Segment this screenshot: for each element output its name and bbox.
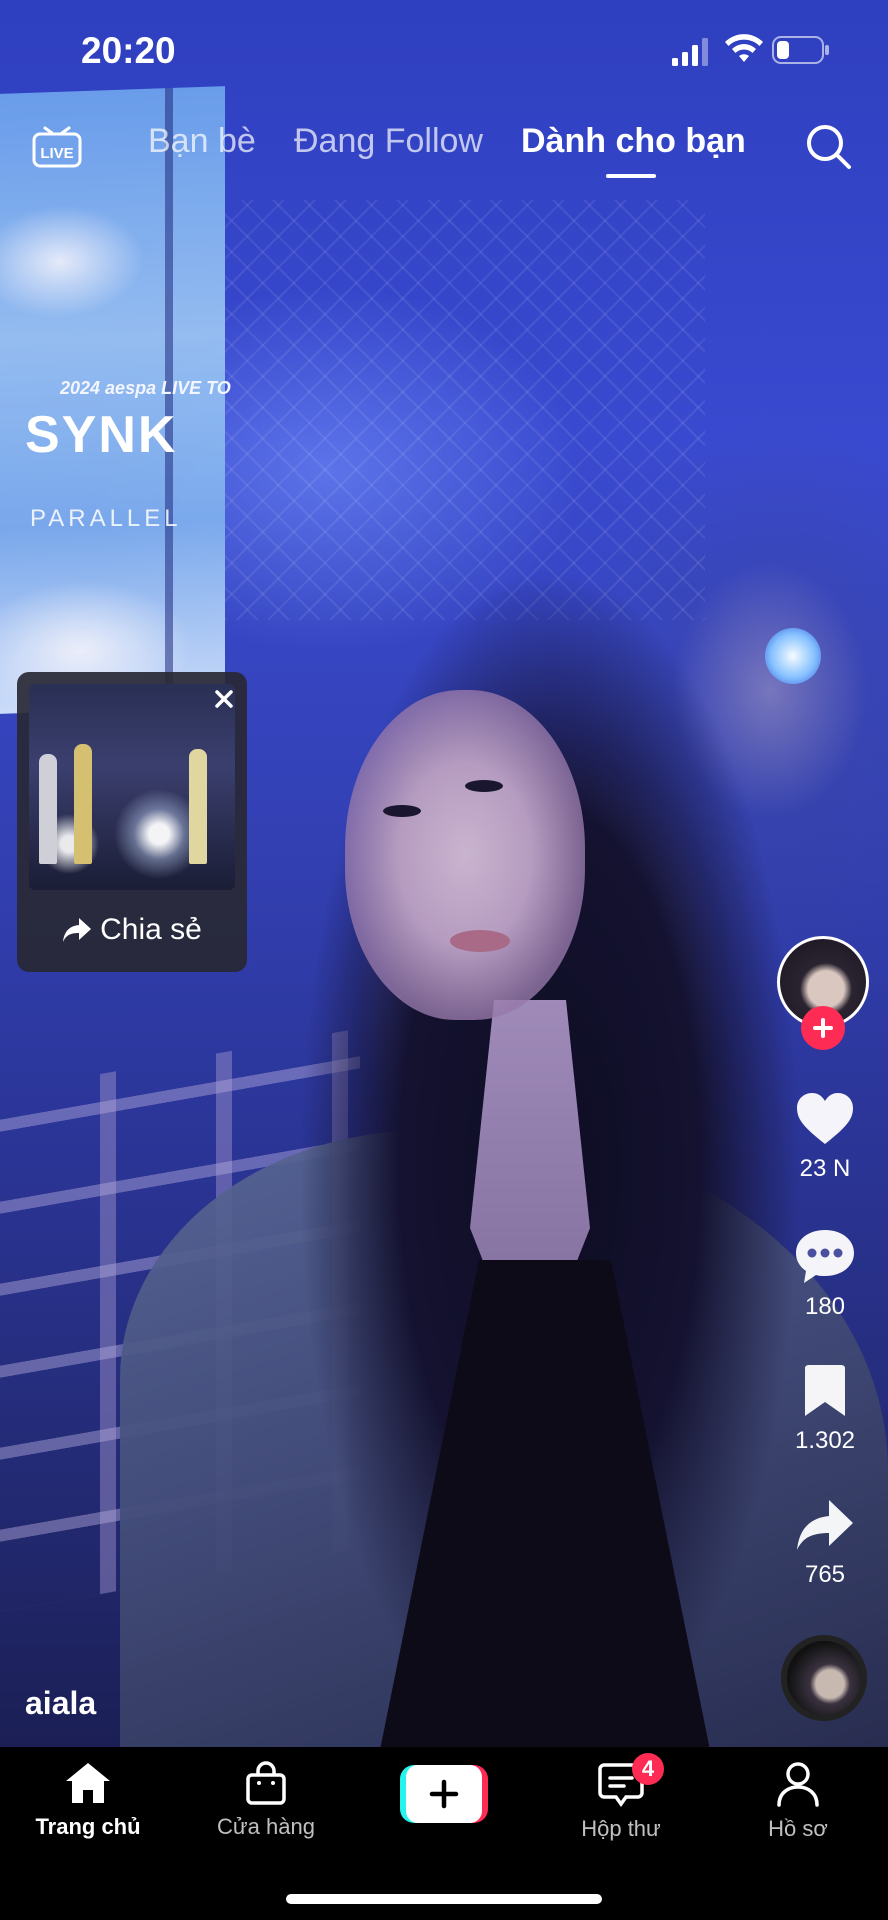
share-count: 765 bbox=[804, 1561, 846, 1588]
shop-bag-icon bbox=[246, 1761, 286, 1805]
nav-profile-label: Hồ sơ bbox=[768, 1816, 828, 1841]
nav-inbox-label: Hộp thư bbox=[581, 1816, 661, 1841]
status-bar: 20:20 bbox=[0, 0, 888, 100]
home-indicator bbox=[286, 1894, 602, 1904]
banner-synk-text: SYNK bbox=[25, 406, 178, 464]
nav-shop-label: Cửa hàng bbox=[217, 1814, 315, 1839]
save-button[interactable]: 1.302 bbox=[784, 1364, 866, 1455]
comment-icon bbox=[796, 1230, 854, 1283]
nav-shop[interactable]: Cửa hàng bbox=[181, 1761, 351, 1840]
wifi-icon bbox=[725, 34, 763, 62]
person-lips bbox=[450, 930, 510, 952]
tab-friends[interactable]: Bạn bè bbox=[148, 122, 256, 161]
video-thumbnail[interactable] bbox=[29, 684, 235, 890]
home-icon bbox=[66, 1763, 110, 1803]
share-label: Chia sẻ bbox=[100, 913, 202, 946]
create-plus-icon bbox=[429, 1779, 459, 1809]
creator-username[interactable]: aiala bbox=[25, 1685, 96, 1722]
nav-inbox[interactable]: Hộp thư bbox=[536, 1761, 706, 1842]
cellular-signal-icon bbox=[672, 38, 708, 66]
nav-home[interactable]: Trang chủ bbox=[3, 1761, 173, 1840]
nav-profile[interactable]: Hồ sơ bbox=[713, 1761, 883, 1842]
create-button[interactable] bbox=[400, 1765, 488, 1823]
status-time: 20:20 bbox=[81, 30, 176, 71]
person-eye-right bbox=[465, 780, 503, 792]
save-count: 1.302 bbox=[794, 1427, 856, 1454]
share-icon bbox=[797, 1500, 853, 1550]
tab-for-you[interactable]: Dành cho bạn bbox=[521, 122, 746, 161]
person-face bbox=[345, 690, 585, 1020]
banner-tour-text: 2024 aespa LIVE TO bbox=[60, 378, 231, 398]
lightstick bbox=[765, 628, 821, 684]
share-video-popup[interactable]: Chia sẻ bbox=[17, 672, 247, 972]
tab-following[interactable]: Đang Follow bbox=[294, 122, 483, 161]
profile-icon bbox=[777, 1762, 819, 1807]
comment-count: 180 bbox=[804, 1293, 846, 1320]
battery-icon bbox=[772, 36, 829, 64]
share-video-button[interactable]: 765 bbox=[784, 1498, 866, 1589]
follow-button[interactable] bbox=[801, 1006, 845, 1050]
top-navigation: LIVE Bạn bè Đang Follow Dành cho bạn bbox=[0, 110, 888, 190]
person-eye-left bbox=[383, 805, 421, 817]
music-disc[interactable] bbox=[781, 1635, 867, 1721]
close-icon[interactable] bbox=[209, 684, 239, 714]
bottom-navigation: Trang chủ Cửa hàng Hộp thư 4 Hồ sơ bbox=[0, 1747, 888, 1920]
banner-parallel-text: PARALLEL bbox=[30, 505, 182, 532]
live-icon[interactable]: LIVE bbox=[30, 118, 84, 172]
live-icon-label: LIVE bbox=[40, 145, 73, 162]
nav-home-label: Trang chủ bbox=[35, 1814, 141, 1839]
plus-icon bbox=[813, 1018, 833, 1038]
heart-icon bbox=[797, 1093, 853, 1144]
active-tab-indicator bbox=[606, 174, 656, 178]
stage-mesh-background bbox=[225, 200, 705, 620]
inbox-badge: 4 bbox=[632, 1753, 664, 1785]
comment-button[interactable]: 180 bbox=[784, 1228, 866, 1321]
like-count: 23 N bbox=[799, 1155, 851, 1182]
bookmark-icon bbox=[805, 1365, 845, 1416]
share-arrow-icon bbox=[63, 918, 92, 942]
share-button[interactable]: Chia sẻ bbox=[17, 910, 247, 950]
search-icon[interactable] bbox=[804, 122, 852, 170]
like-button[interactable]: 23 N bbox=[784, 1092, 866, 1183]
